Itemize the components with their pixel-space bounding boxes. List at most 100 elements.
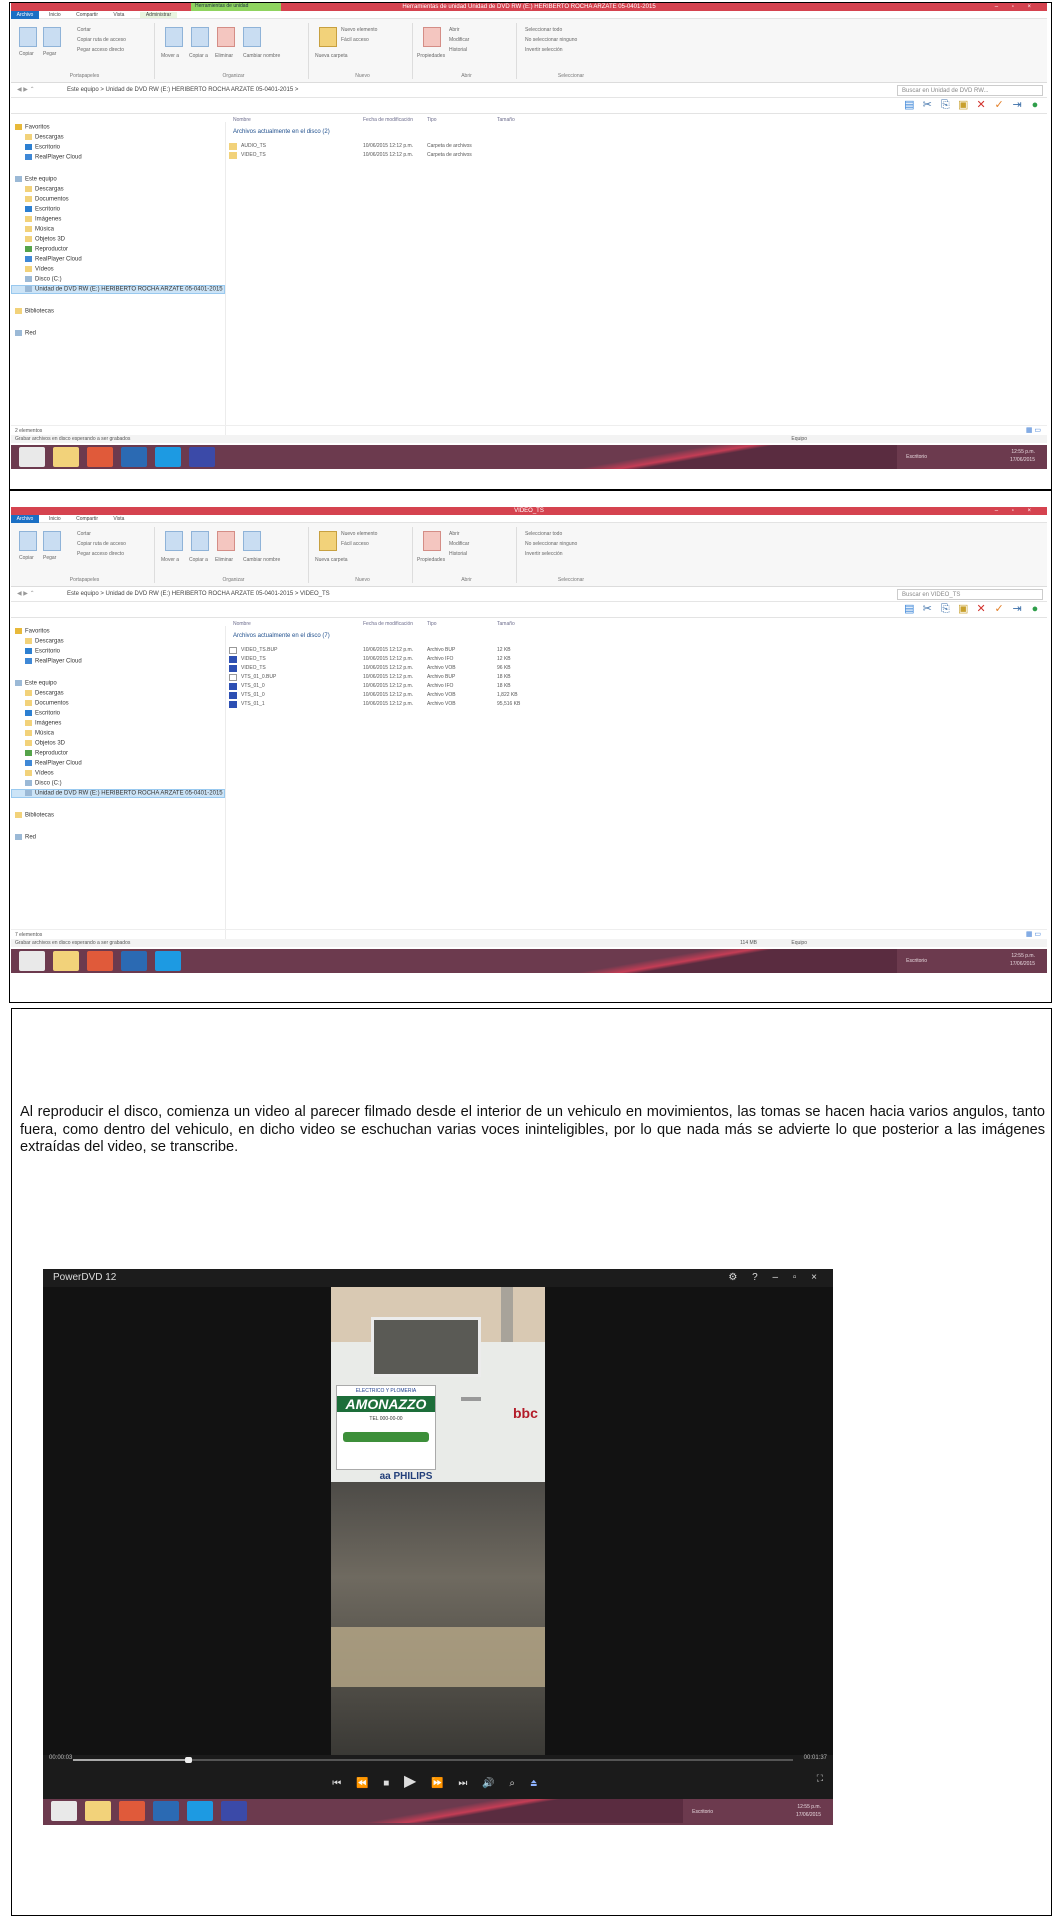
col-tipo[interactable]: Tipo [427, 117, 437, 123]
copy-to-icon[interactable] [191, 27, 209, 47]
check-icon[interactable]: ✓ [993, 99, 1005, 112]
copy-small-icon[interactable]: ⎘ [939, 99, 951, 112]
chrome-icon[interactable] [87, 447, 113, 467]
skype-icon[interactable] [155, 951, 181, 971]
copy-icon[interactable] [19, 27, 37, 47]
table-row[interactable]: VIDEO_TS 10/06/2015 12:12 p.m. Archivo V… [227, 665, 1047, 673]
table-row[interactable]: VTS_01_1 10/06/2015 12:12 p.m. Archivo V… [227, 701, 1047, 709]
nav-pc-item[interactable]: Música [25, 226, 54, 233]
window-controls[interactable]: – ▫ × [995, 3, 1037, 11]
group-header[interactable]: Archivos actualmente en el disco (2) [233, 129, 330, 135]
col-nombre[interactable]: Nombre [233, 621, 251, 627]
check-icon[interactable]: ✓ [993, 603, 1005, 616]
tab-inicio[interactable]: Inicio [49, 12, 61, 18]
globe-icon[interactable]: ● [1029, 99, 1041, 112]
rename-icon[interactable] [243, 27, 261, 47]
table-row[interactable]: VTS_01_0 10/06/2015 12:12 p.m. Archivo I… [227, 683, 1047, 691]
globe-icon[interactable]: ● [1029, 603, 1041, 616]
table-row[interactable]: VIDEO_TS 10/06/2015 12:12 p.m. Carpeta d… [227, 152, 1047, 160]
play-icon[interactable]: ▶ [404, 1773, 422, 1790]
nav-favoritos[interactable]: Favoritos [15, 124, 50, 131]
file-explorer-icon[interactable] [85, 1801, 111, 1821]
stop-icon[interactable]: ■ [383, 1778, 395, 1789]
table-row[interactable]: VTS_01_0.BUP 10/06/2015 12:12 p.m. Archi… [227, 674, 1047, 682]
word-icon[interactable] [121, 951, 147, 971]
nav-pc-item[interactable]: Imágenes [25, 216, 61, 223]
address-path[interactable]: Este equipo > Unidad de DVD RW (E:) HERI… [67, 83, 298, 98]
cut-icon[interactable]: ✂ [921, 99, 933, 112]
nav-pc-item[interactable]: Disco (C:) [25, 276, 62, 283]
col-tamano[interactable]: Tamaño [497, 621, 515, 627]
rename-icon[interactable] [243, 531, 261, 551]
properties-icon[interactable] [423, 531, 441, 551]
table-row[interactable]: VIDEO_TS 10/06/2015 12:12 p.m. Archivo I… [227, 656, 1047, 664]
tab-vista[interactable]: Vista [113, 12, 124, 18]
nav-pc-item[interactable]: RealPlayer Cloud [25, 256, 82, 263]
back-forward-icon[interactable]: ◀ ▶ ⌃ [17, 83, 35, 98]
copy-icon[interactable] [19, 531, 37, 551]
nav-pc-item[interactable]: Descargas [25, 690, 64, 697]
delete-x-icon[interactable]: ✕ [975, 99, 987, 112]
new-folder-icon[interactable] [319, 531, 337, 551]
new-folder-icon[interactable] [319, 27, 337, 47]
nav-pc-item[interactable]: Música [25, 730, 54, 737]
tab-archivo[interactable]: Archivo [11, 515, 39, 523]
panel-icon[interactable]: ▤ [903, 99, 915, 112]
nav-fav-item[interactable]: Descargas [25, 638, 64, 645]
nav-fav-item[interactable]: RealPlayer Cloud [25, 658, 82, 665]
nav-pc-item[interactable]: Descargas [25, 186, 64, 193]
nav-pc-item[interactable]: Escritorio [25, 710, 60, 717]
arrow-icon[interactable]: ⇥ [1011, 99, 1023, 112]
start-icon[interactable] [19, 951, 45, 971]
seek-handle[interactable] [185, 1757, 193, 1763]
nav-bibliotecas[interactable]: Bibliotecas [15, 308, 54, 315]
nav-red[interactable]: Red [15, 330, 36, 337]
nav-fav-item[interactable]: RealPlayer Cloud [25, 154, 82, 161]
delete-x-icon[interactable]: ✕ [975, 603, 987, 616]
window-controls[interactable]: – ▫ × [995, 507, 1037, 515]
nav-este-equipo[interactable]: Este equipo [15, 680, 57, 687]
zoom-icon[interactable]: ⌕ [509, 1778, 521, 1789]
file-explorer-icon[interactable] [53, 447, 79, 467]
seek-bar[interactable] [73, 1757, 793, 1763]
back-forward-icon[interactable]: ◀ ▶ ⌃ [17, 587, 35, 602]
search-input[interactable]: Buscar en VIDEO_TS [897, 589, 1043, 600]
table-row[interactable]: VIDEO_TS.BUP 10/06/2015 12:12 p.m. Archi… [227, 647, 1047, 655]
table-row[interactable]: VTS_01_0 10/06/2015 12:12 p.m. Archivo V… [227, 692, 1047, 700]
nav-pc-item[interactable]: Documentos [25, 196, 69, 203]
delete-icon[interactable] [217, 27, 235, 47]
nav-bibliotecas[interactable]: Bibliotecas [15, 812, 54, 819]
word-icon[interactable] [153, 1801, 179, 1821]
nav-pc-item[interactable]: RealPlayer Cloud [25, 760, 82, 767]
col-tipo[interactable]: Tipo [427, 621, 437, 627]
eject-icon[interactable]: ⏏ [530, 1778, 544, 1789]
chrome-icon[interactable] [119, 1801, 145, 1821]
video-frame[interactable]: ELECTRICO Y PLOMERIA AMONAZZO TEL 000-00… [331, 1287, 545, 1755]
nav-pc-item[interactable]: Objetos 3D [25, 236, 65, 243]
fast-forward-icon[interactable]: ⏩ [431, 1778, 449, 1789]
nav-red[interactable]: Red [15, 834, 36, 841]
fullscreen-icon[interactable]: ⛶ [817, 1773, 823, 1784]
nav-pc-item[interactable]: Imágenes [25, 720, 61, 727]
powerdvd-icon[interactable] [221, 1801, 247, 1821]
move-to-icon[interactable] [165, 27, 183, 47]
delete-icon[interactable] [217, 531, 235, 551]
copy-to-icon[interactable] [191, 531, 209, 551]
volume-icon[interactable]: 🔊 [482, 1778, 500, 1789]
move-to-icon[interactable] [165, 531, 183, 551]
skype-icon[interactable] [155, 447, 181, 467]
nav-fav-item[interactable]: Escritorio [25, 648, 60, 655]
prev-chapter-icon[interactable]: ⏮ [332, 1778, 347, 1789]
paste-icon[interactable] [43, 27, 61, 47]
start-icon[interactable] [51, 1801, 77, 1821]
nav-pc-item[interactable]: Reproductor [25, 246, 68, 253]
nav-dvd-drive[interactable]: Unidad de DVD RW (E:) HERIBERTO ROCHA AR… [25, 790, 223, 797]
powerdvd-icon[interactable] [189, 447, 215, 467]
nav-dvd-drive[interactable]: Unidad de DVD RW (E:) HERIBERTO ROCHA AR… [25, 286, 223, 293]
table-row[interactable]: AUDIO_TS 10/06/2015 12:12 p.m. Carpeta d… [227, 143, 1047, 151]
properties-icon[interactable] [423, 27, 441, 47]
address-path[interactable]: Este equipo > Unidad de DVD RW (E:) HERI… [67, 587, 330, 602]
group-header[interactable]: Archivos actualmente en el disco (7) [233, 633, 330, 639]
tab-administrar[interactable]: Administrar [139, 12, 178, 18]
skype-icon[interactable] [187, 1801, 213, 1821]
